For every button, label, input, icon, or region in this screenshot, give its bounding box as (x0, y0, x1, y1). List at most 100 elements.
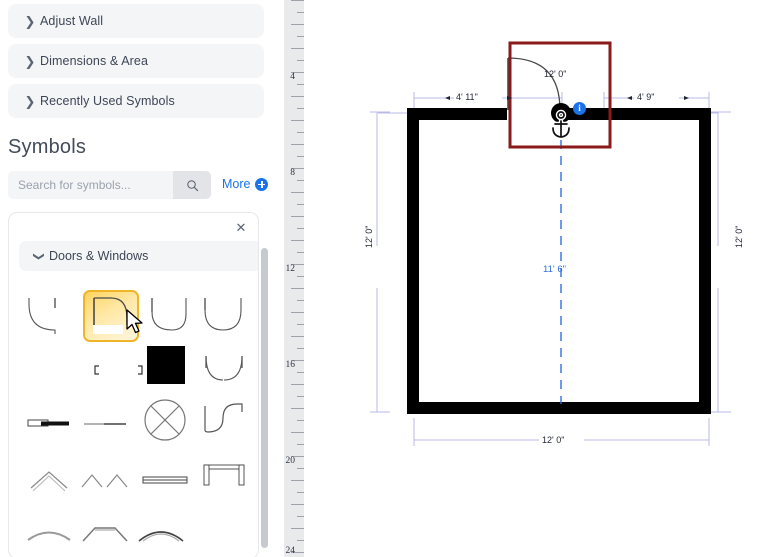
symbol-thin-opening[interactable] (77, 397, 133, 451)
ruler-tick (297, 84, 304, 85)
ruler-tick (297, 204, 304, 205)
ruler-label: 24 (285, 546, 296, 556)
symbol-circle-x-window[interactable] (137, 393, 193, 447)
mouse-pointer-cursor (126, 309, 143, 334)
ruler-tick (297, 228, 304, 229)
chevron-right-icon: ❯ (24, 53, 36, 69)
ruler-tick (291, 384, 304, 385)
ruler-tick (297, 156, 304, 157)
accordion-recently-used-symbols[interactable]: ❯ Recently Used Symbols (8, 84, 264, 118)
symbol-bay-window-angled[interactable] (77, 507, 133, 557)
accordion-dimensions-area-label: Dimensions & Area (40, 54, 148, 68)
ruler-tick (291, 288, 304, 289)
ruler-tick (291, 0, 304, 1)
dimension-left-wall: 12' 0" (364, 225, 374, 248)
ruler-label: 8 (290, 168, 295, 178)
ruler-tick (297, 300, 304, 301)
ruler-label: 12 (285, 264, 296, 274)
ruler-tick (297, 420, 304, 421)
floor-plan-editor-window: ❯ Adjust Wall ❯ Dimensions & Area ❯ Rece… (0, 0, 766, 557)
search-icon (186, 179, 198, 191)
symbol-sliding-door[interactable] (21, 397, 77, 451)
floor-plan-drawing (370, 41, 731, 446)
symbol-door-swing-left[interactable] (21, 289, 77, 343)
ruler-tick (291, 240, 304, 241)
more-symbols-button[interactable]: More (222, 177, 269, 191)
plus-circle-icon (255, 177, 269, 191)
ruler-tick (297, 468, 304, 469)
ruler-tick (297, 348, 304, 349)
dimension-right-wall: 12' 0" (734, 225, 744, 248)
ruler-tick (297, 60, 304, 61)
category-header-doors-windows[interactable]: ❯ Doors & Windows (19, 241, 258, 271)
symbol-bay-window-flat[interactable] (196, 449, 252, 503)
ruler-tick (297, 396, 304, 397)
ruler-label: 20 (285, 456, 296, 466)
symbols-card: ❯ Doors & Windows ✕ (8, 212, 259, 557)
door-swing-arc (507, 57, 561, 111)
dimension-center-guide: 11' 6" (543, 264, 566, 275)
dimension-door-width: 12' 0" (544, 69, 567, 79)
ruler-label: 16 (285, 360, 296, 370)
ruler-tick (291, 24, 304, 25)
accordion-adjust-wall-label: Adjust Wall (40, 14, 104, 28)
ruler-tick (291, 432, 304, 433)
ruler-tick (291, 480, 304, 481)
symbol-double-door-swing[interactable] (196, 343, 252, 397)
symbols-section-title: Symbols (8, 136, 87, 158)
room-walls (407, 108, 711, 414)
ruler-tick (297, 492, 304, 493)
symbols-scrollbar-thumb[interactable] (261, 248, 268, 548)
symbol-chevron-double-window[interactable] (77, 453, 133, 507)
ruler-tick (291, 216, 304, 217)
ruler-tick (297, 36, 304, 37)
more-symbols-label: More (222, 177, 251, 191)
category-label: Doors & Windows (49, 249, 149, 263)
symbol-solid-block-opening[interactable] (138, 338, 194, 392)
ruler-tick (297, 108, 304, 109)
ruler-tick (291, 48, 304, 49)
ruler-tick (297, 444, 304, 445)
accordion-recently-used-symbols-label: Recently Used Symbols (40, 94, 175, 108)
accordion-dimensions-area[interactable]: ❯ Dimensions & Area (8, 44, 264, 78)
search-button[interactable] (173, 171, 211, 199)
ruler-tick (297, 132, 304, 133)
floor-plan-canvas[interactable]: 4' 11" 4' 9" 12' 0" 12' 0" 12' 0" 12' 0"… (304, 0, 766, 557)
symbol-chevron-single-window[interactable] (21, 453, 77, 507)
symbol-bow-window-arc[interactable] (133, 507, 189, 557)
symbol-search-input[interactable] (8, 171, 173, 199)
ruler-tick (297, 372, 304, 373)
ruler-tick (291, 120, 304, 121)
ruler-tick (297, 180, 304, 181)
dimension-top-left: 4' 11" (456, 92, 478, 102)
accordion-adjust-wall[interactable]: ❯ Adjust Wall (8, 4, 264, 38)
dimension-bottom-wall: 12' 0" (542, 435, 565, 445)
ruler-tick (291, 144, 304, 145)
chevron-right-icon: ❯ (24, 13, 36, 29)
left-sidebar-panel: ❯ Adjust Wall ❯ Dimensions & Area ❯ Rece… (0, 0, 272, 557)
info-badge[interactable]: i (573, 102, 586, 115)
ruler-tick (297, 252, 304, 253)
symbol-search-container (8, 171, 211, 199)
symbol-double-line-window[interactable] (137, 453, 193, 507)
chevron-right-icon: ❯ (24, 93, 36, 109)
symbol-door-swing-wide[interactable] (196, 289, 252, 343)
ruler-tick (297, 540, 304, 541)
symbol-s-curve-door[interactable] (196, 393, 252, 447)
ruler-tick (297, 12, 304, 13)
close-icon[interactable]: ✕ (234, 221, 248, 235)
symbol-curved-window-soft[interactable] (21, 507, 77, 557)
symbol-door-swing-reverse[interactable] (142, 289, 198, 343)
ruler-tick (291, 312, 304, 313)
ruler-tick (291, 192, 304, 193)
ruler-tick (297, 324, 304, 325)
ruler-label: 4 (290, 72, 295, 82)
vertical-ruler[interactable]: 4 8 12 16 20 24 (284, 0, 304, 557)
ruler-tick (297, 516, 304, 517)
ruler-tick (291, 504, 304, 505)
ruler-tick (291, 528, 304, 529)
ruler-tick (297, 276, 304, 277)
dimension-top-right: 4' 9" (637, 92, 655, 102)
ruler-tick (291, 96, 304, 97)
ruler-tick (291, 408, 304, 409)
